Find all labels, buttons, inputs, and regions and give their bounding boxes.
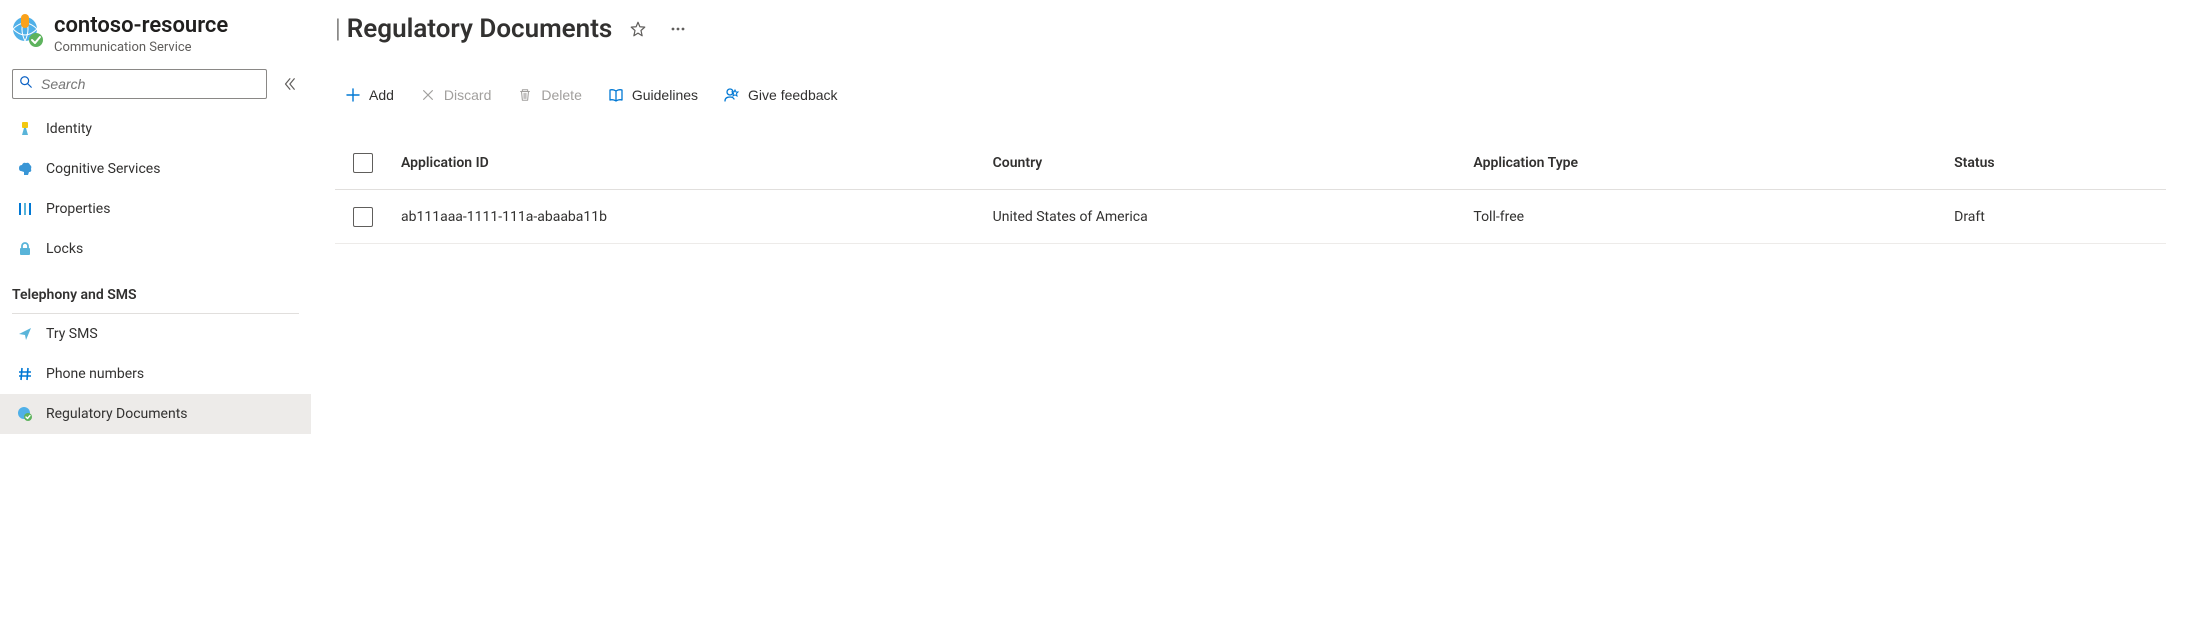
- sidebar-item-cognitive-services[interactable]: Cognitive Services: [0, 149, 311, 189]
- delete-button: Delete: [507, 78, 591, 112]
- header-checkbox-cell: [335, 136, 391, 190]
- cell-status: Draft: [1944, 190, 2166, 244]
- identity-icon: [16, 120, 34, 138]
- communication-service-icon: [10, 14, 44, 48]
- give-feedback-button[interactable]: Give feedback: [714, 78, 848, 112]
- sidebar-item-label: Properties: [46, 201, 110, 217]
- guidelines-button[interactable]: Guidelines: [598, 78, 708, 112]
- sidebar-item-label: Locks: [46, 241, 83, 257]
- row-checkbox[interactable]: [353, 207, 373, 227]
- sidebar-item-identity[interactable]: Identity: [0, 109, 311, 149]
- hash-icon: [16, 365, 34, 383]
- lock-icon: [16, 240, 34, 258]
- cell-application-type: Toll-free: [1463, 190, 1944, 244]
- search-input-wrapper[interactable]: [12, 69, 267, 99]
- add-button-label: Add: [369, 87, 394, 103]
- sidebar-item-label: Try SMS: [46, 326, 98, 342]
- sidebar-item-locks[interactable]: Locks: [0, 229, 311, 269]
- main-content: |Regulatory Documents Add Discard: [311, 0, 2190, 628]
- regulatory-documents-icon: [16, 405, 34, 423]
- more-actions-button[interactable]: [664, 15, 692, 43]
- search-input[interactable]: [39, 75, 260, 93]
- row-checkbox-cell: [335, 190, 391, 244]
- select-all-checkbox[interactable]: [353, 153, 373, 173]
- col-header-status[interactable]: Status: [1944, 136, 2166, 190]
- page-title: |Regulatory Documents: [335, 14, 612, 44]
- add-button[interactable]: Add: [335, 78, 404, 112]
- sidebar-nav-telephony: Try SMS Phone numbers Regulatory Documen…: [0, 314, 311, 434]
- cognitive-services-icon: [16, 160, 34, 178]
- try-sms-icon: [16, 325, 34, 343]
- command-bar: Add Discard Delete Guidelines: [335, 78, 2166, 122]
- discard-button: Discard: [410, 78, 501, 112]
- cell-country: United States of America: [983, 190, 1464, 244]
- resource-type: Communication Service: [54, 40, 228, 55]
- discard-button-label: Discard: [444, 87, 491, 103]
- collapse-sidebar-button[interactable]: [279, 74, 299, 94]
- give-feedback-button-label: Give feedback: [748, 87, 838, 103]
- sidebar-item-label: Cognitive Services: [46, 161, 160, 177]
- book-icon: [608, 87, 624, 103]
- col-header-application-type[interactable]: Application Type: [1463, 136, 1944, 190]
- guidelines-button-label: Guidelines: [632, 87, 698, 103]
- resource-header: contoso-resource Communication Service: [0, 8, 311, 69]
- delete-button-label: Delete: [541, 87, 581, 103]
- feedback-icon: [724, 87, 740, 103]
- col-header-country[interactable]: Country: [983, 136, 1464, 190]
- sidebar-item-label: Regulatory Documents: [46, 406, 188, 422]
- col-header-application-id[interactable]: Application ID: [391, 136, 983, 190]
- close-icon: [420, 87, 436, 103]
- documents-table: Application ID Country Application Type …: [335, 136, 2166, 244]
- favorite-button[interactable]: [624, 15, 652, 43]
- sidebar-item-label: Phone numbers: [46, 366, 144, 382]
- search-icon: [19, 75, 33, 93]
- properties-icon: [16, 200, 34, 218]
- sidebar-item-phone-numbers[interactable]: Phone numbers: [0, 354, 311, 394]
- sidebar-item-regulatory-documents[interactable]: Regulatory Documents: [0, 394, 311, 434]
- page-title-text: Regulatory Documents: [347, 14, 613, 44]
- sidebar-item-properties[interactable]: Properties: [0, 189, 311, 229]
- sidebar: contoso-resource Communication Service I…: [0, 0, 311, 628]
- sidebar-nav: Identity Cognitive Services Properties L…: [0, 109, 311, 269]
- sidebar-item-try-sms[interactable]: Try SMS: [0, 314, 311, 354]
- cell-application-id: ab111aaa-1111-111a-abaaba11b: [391, 190, 983, 244]
- sidebar-section-telephony: Telephony and SMS: [0, 269, 311, 313]
- resource-name: contoso-resource: [54, 14, 228, 38]
- sidebar-item-label: Identity: [46, 121, 92, 137]
- plus-icon: [345, 87, 361, 103]
- trash-icon: [517, 87, 533, 103]
- page-header: |Regulatory Documents: [335, 10, 2166, 48]
